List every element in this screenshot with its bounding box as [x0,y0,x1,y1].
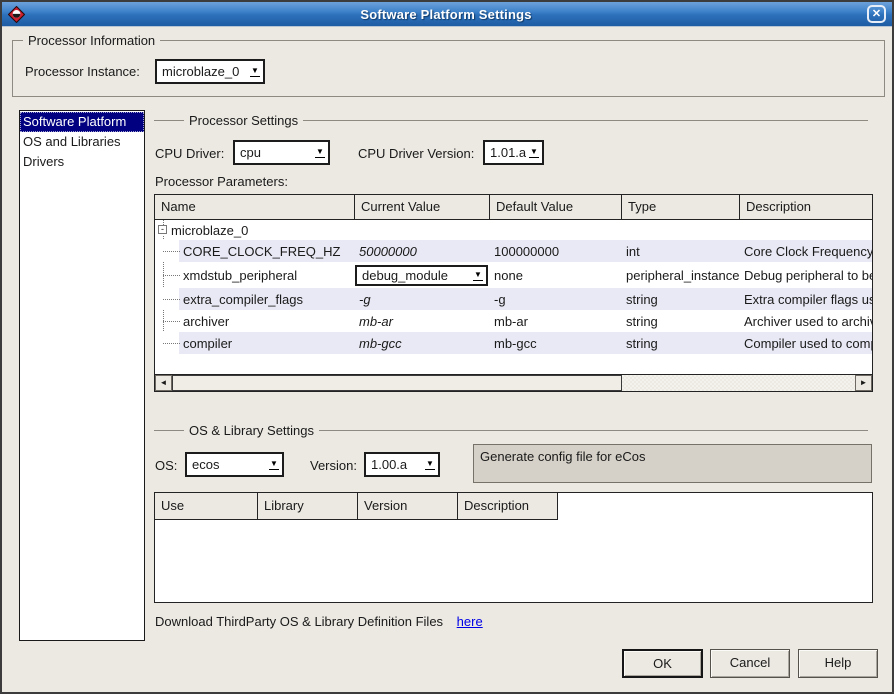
param-type: string [622,314,740,329]
library-table-header: Use Library Version Description [155,493,872,520]
param-name: extra_compiler_flags [155,292,355,307]
param-default-value: mb-ar [490,314,622,329]
os-description-text: Generate config file for eCos [480,449,645,464]
table-row: CORE_CLOCK_FREQ_HZ 50000000 100000000 in… [155,240,872,262]
library-table: Use Library Version Description [154,492,873,603]
param-description: Extra compiler flags us [740,292,872,307]
h-scrollbar[interactable]: ◄ ► [155,374,872,391]
settings-category-list: Software Platform OS and Libraries Drive… [19,110,145,641]
param-type: string [622,336,740,351]
chevron-down-icon: ▼ [422,460,438,469]
software-platform-settings-dialog: Software Platform Settings ✕ Processor I… [0,0,894,694]
app-icon [8,6,25,23]
os-select[interactable]: ecos ▼ [185,452,284,477]
col-header-version[interactable]: Version [358,493,458,520]
parameters-table-header: Name Current Value Default Value Type De… [155,195,872,220]
chevron-down-icon: ▼ [247,67,263,76]
param-description: Core Clock Frequency [740,244,872,259]
ok-button[interactable]: OK [622,649,703,678]
param-name: archiver [155,314,355,329]
os-description-box: Generate config file for eCos [473,444,872,483]
scrollbar-thumb[interactable] [172,375,622,391]
param-type: int [622,244,740,259]
param-current-value[interactable]: mb-ar [355,314,490,329]
param-description: Archiver used to archiv [740,314,872,329]
processor-instance-select[interactable]: microblaze_0 ▼ [155,59,265,84]
cpu-driver-select[interactable]: cpu ▼ [233,140,330,165]
nav-item-os-and-libraries[interactable]: OS and Libraries [20,132,144,152]
help-button[interactable]: Help [798,649,878,678]
xmdstub-peripheral-select[interactable]: debug_module ▼ [355,265,488,286]
table-row: extra_compiler_flags -g -g string Extra … [155,288,872,310]
col-header-description[interactable]: Description [740,195,872,219]
table-row: compiler mb-gcc mb-gcc string Compiler u… [155,332,872,354]
cancel-button[interactable]: Cancel [710,649,790,678]
param-default-value: 100000000 [490,244,622,259]
param-type: string [622,292,740,307]
tree-root-label: microblaze_0 [155,223,355,238]
parameters-table-body: - microblaze_0 CORE_CLOCK_FREQ_HZ 500000… [155,220,872,391]
param-description: Debug peripheral to be [740,268,872,283]
nav-item-software-platform[interactable]: Software Platform [20,112,144,132]
tree-node-microblaze[interactable]: - microblaze_0 [155,220,872,240]
param-current-value[interactable]: mb-gcc [355,336,490,351]
processor-parameters-label: Processor Parameters: [155,174,288,189]
close-icon[interactable]: ✕ [867,5,886,23]
param-type: peripheral_instance [622,268,740,283]
tree-collapse-icon[interactable]: - [158,225,167,234]
chevron-down-icon: ▼ [526,148,542,157]
param-current-value[interactable]: 50000000 [355,244,490,259]
nav-item-drivers[interactable]: Drivers [20,152,144,172]
processor-information-group: Processor Information Processor Instance… [12,40,885,97]
processor-instance-label: Processor Instance: [25,64,140,79]
col-header-description[interactable]: Description [458,493,558,520]
param-default-value: mb-gcc [490,336,622,351]
scroll-left-icon[interactable]: ◄ [155,375,172,391]
scroll-right-icon[interactable]: ► [855,375,872,391]
col-header-type[interactable]: Type [622,195,740,219]
col-header-name[interactable]: Name [155,195,355,219]
param-name: xmdstub_peripheral [155,268,355,283]
processor-information-label: Processor Information [23,33,160,48]
download-line: Download ThirdParty OS & Library Definit… [155,614,483,629]
os-library-settings-label: OS & Library Settings [184,423,319,438]
param-name: compiler [155,336,355,351]
scrollbar-track[interactable] [622,375,855,391]
param-description: Compiler used to comp [740,336,872,351]
col-header-library[interactable]: Library [258,493,358,520]
param-current-value[interactable]: -g [355,292,490,307]
cpu-driver-label: CPU Driver: [155,146,224,161]
chevron-down-icon: ▼ [312,148,328,157]
download-text: Download ThirdParty OS & Library Definit… [155,614,443,629]
table-row: xmdstub_peripheral debug_module ▼ none p… [155,262,872,288]
table-row: archiver mb-ar mb-ar string Archiver use… [155,310,872,332]
os-version-label: Version: [310,458,357,473]
title-bar: Software Platform Settings ✕ [2,2,892,27]
processor-settings-label: Processor Settings [184,113,303,128]
param-name: CORE_CLOCK_FREQ_HZ [155,244,355,259]
window-title: Software Platform Settings [25,7,867,22]
cpu-driver-version-label: CPU Driver Version: [358,146,474,161]
col-header-use[interactable]: Use [155,493,258,520]
os-label: OS: [155,458,177,473]
os-library-settings-group: OS & Library Settings [154,430,868,431]
chevron-down-icon: ▼ [266,460,282,469]
chevron-down-icon: ▼ [470,271,486,280]
os-version-select[interactable]: 1.00.a ▼ [364,452,440,477]
col-header-current-value[interactable]: Current Value [355,195,490,219]
param-default-value: -g [490,292,622,307]
col-header-default-value[interactable]: Default Value [490,195,622,219]
processor-settings-group: Processor Settings [154,120,868,121]
download-link[interactable]: here [457,614,483,629]
param-default-value: none [490,268,622,283]
processor-parameters-table: Name Current Value Default Value Type De… [154,194,873,392]
cpu-driver-version-select[interactable]: 1.01.a ▼ [483,140,544,165]
